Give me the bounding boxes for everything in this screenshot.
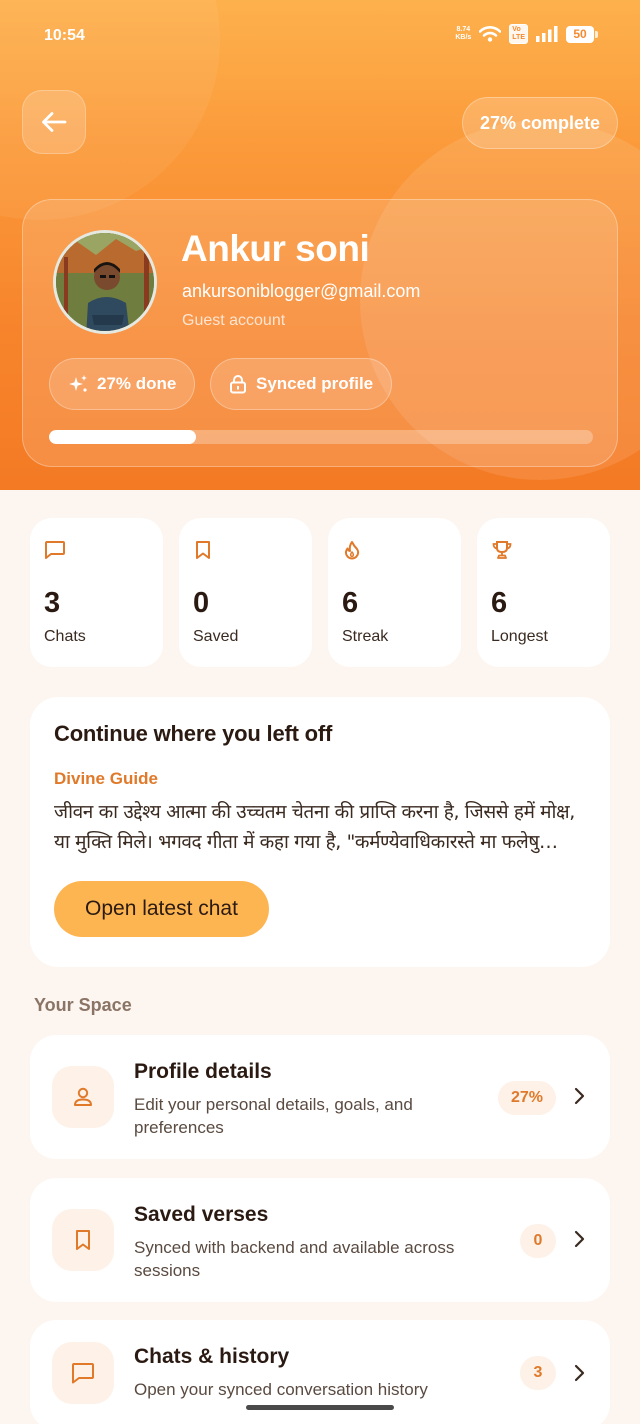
stat-value: 6 bbox=[342, 587, 359, 619]
stat-card-longest[interactable]: 6 Longest bbox=[477, 518, 610, 667]
row-badge: 0 bbox=[520, 1224, 556, 1258]
bookmark-icon bbox=[196, 541, 210, 559]
profile-progress-bar bbox=[49, 430, 593, 444]
stat-card-streak[interactable]: 6 Streak bbox=[328, 518, 461, 667]
stat-label: Streak bbox=[342, 628, 389, 645]
stat-value: 3 bbox=[44, 587, 61, 619]
volte-top: Vo bbox=[512, 26, 521, 33]
icon-tile bbox=[52, 1066, 114, 1128]
stat-label: Longest bbox=[491, 628, 548, 645]
row-title: Saved verses bbox=[134, 1203, 269, 1226]
sparkle-icon bbox=[69, 375, 87, 392]
stat-card-saved[interactable]: 0 Saved bbox=[179, 518, 312, 667]
synced-chip-label: Synced profile bbox=[256, 374, 374, 393]
profile-name: Ankur soni bbox=[181, 228, 370, 269]
avatar[interactable] bbox=[53, 230, 157, 334]
row-title: Profile details bbox=[134, 1060, 272, 1083]
row-title: Chats & history bbox=[134, 1345, 290, 1368]
profile-card: Ankur soni ankursoniblogger@gmail.com Gu… bbox=[22, 199, 618, 467]
continue-card: Continue where you left off Divine Guide… bbox=[30, 697, 610, 967]
guide-name: Divine Guide bbox=[54, 769, 158, 788]
stat-value: 0 bbox=[193, 587, 210, 619]
row-description: Open your synced conversation history bbox=[134, 1380, 428, 1399]
lock-icon bbox=[230, 375, 246, 394]
icon-tile bbox=[52, 1342, 114, 1404]
saved-verses-row[interactable]: Saved verses Synced with backend and ava… bbox=[30, 1178, 610, 1302]
arrow-left-icon bbox=[42, 112, 67, 132]
back-button[interactable] bbox=[22, 90, 86, 154]
home-indicator[interactable] bbox=[246, 1405, 394, 1410]
chevron-right-icon bbox=[574, 1087, 585, 1105]
stat-label: Chats bbox=[44, 628, 86, 645]
network-speed-unit: KB/s bbox=[455, 34, 472, 41]
network-speed-value: 8.74 bbox=[456, 26, 471, 33]
volte-bottom: LTE bbox=[512, 34, 525, 41]
user-icon bbox=[74, 1087, 92, 1106]
flame-icon bbox=[344, 541, 360, 560]
progress-chip-label: 27% done bbox=[97, 374, 177, 393]
row-badge: 27% bbox=[498, 1081, 556, 1115]
completion-badge: 27% complete bbox=[461, 97, 618, 149]
row-badge: 3 bbox=[520, 1356, 556, 1390]
battery-icon: 50 bbox=[566, 25, 598, 43]
trophy-icon bbox=[492, 541, 512, 559]
row-description: Edit your personal details, goals, and p… bbox=[134, 1095, 413, 1137]
open-latest-chat-button[interactable]: Open latest chat bbox=[54, 881, 269, 937]
icon-tile bbox=[52, 1209, 114, 1271]
network-speed: 8.74 KB/s bbox=[455, 26, 471, 42]
signal-icon bbox=[536, 26, 558, 42]
continue-title: Continue where you left off bbox=[54, 721, 333, 746]
progress-fill bbox=[49, 430, 196, 444]
profile-header: 10:54 8.74 KB/s Vo LTE 50 27% complete A… bbox=[0, 0, 640, 490]
row-description: Synced with backend and available across… bbox=[134, 1238, 455, 1280]
bookmark-icon bbox=[76, 1230, 90, 1250]
wifi-icon bbox=[479, 26, 502, 42]
account-type: Guest account bbox=[182, 312, 286, 329]
stat-label: Saved bbox=[193, 628, 239, 645]
chevron-right-icon bbox=[574, 1364, 585, 1382]
avatar-photo bbox=[56, 233, 154, 331]
progress-chip: 27% done bbox=[49, 358, 196, 410]
synced-chip: Synced profile bbox=[210, 358, 393, 410]
chat-bubble-icon bbox=[45, 541, 65, 559]
status-bar: 10:54 8.74 KB/s Vo LTE 50 bbox=[0, 0, 640, 72]
profile-email: ankursoniblogger@gmail.com bbox=[182, 281, 421, 301]
status-icons: 8.74 KB/s Vo LTE 50 bbox=[455, 24, 598, 44]
last-message-snippet: जीवन का उद्देश्य आत्मा की उच्चतम चेतना क… bbox=[54, 801, 575, 853]
stat-card-chats[interactable]: 3 Chats bbox=[30, 518, 163, 667]
chat-bubble-icon bbox=[72, 1363, 94, 1384]
profile-details-row[interactable]: Profile details Edit your personal detai… bbox=[30, 1035, 610, 1159]
status-time: 10:54 bbox=[44, 27, 85, 44]
stat-value: 6 bbox=[491, 587, 508, 619]
section-title: Your Space bbox=[34, 995, 132, 1015]
volte-icon: Vo LTE bbox=[509, 24, 528, 44]
chevron-right-icon bbox=[574, 1230, 585, 1248]
